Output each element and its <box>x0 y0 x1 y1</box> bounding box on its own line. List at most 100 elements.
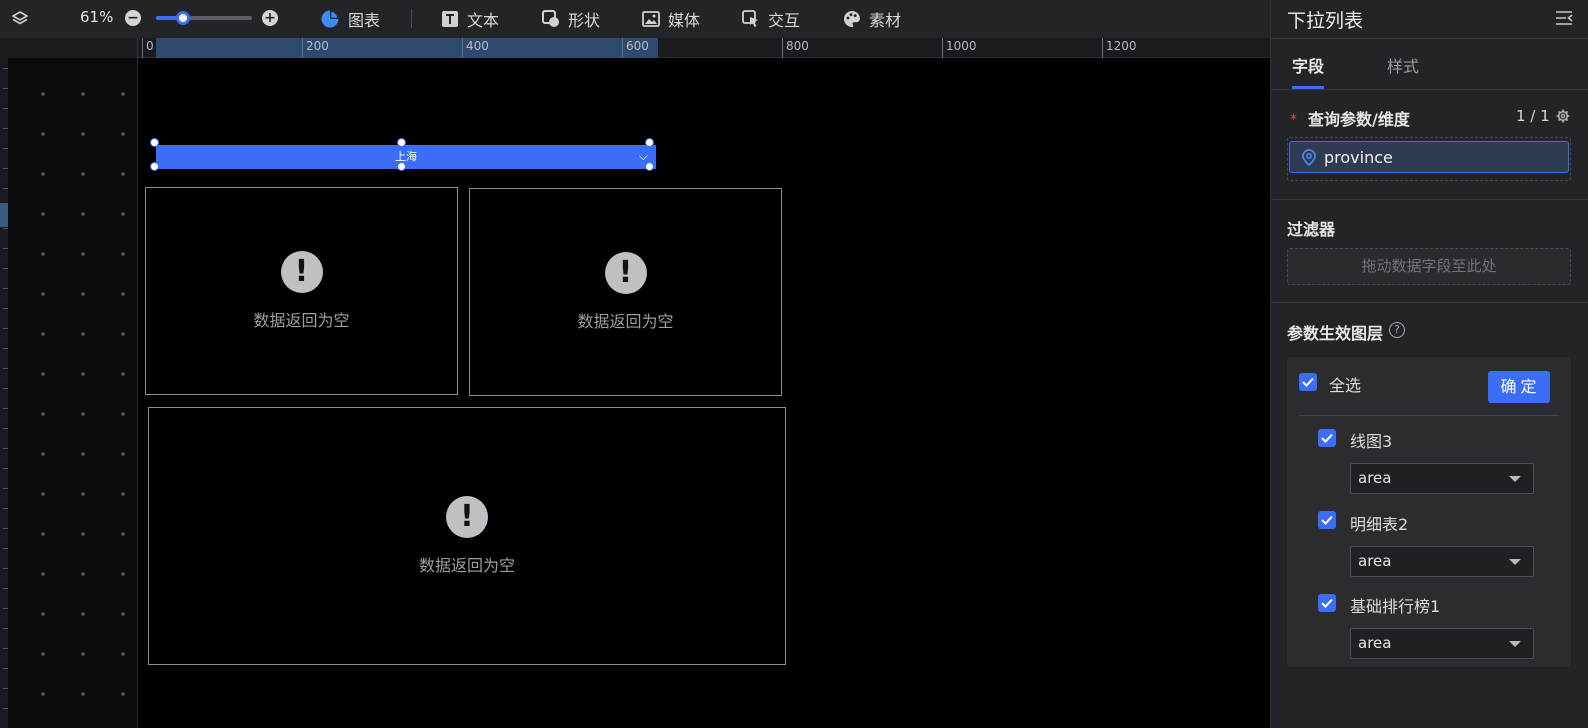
query-section-title: 查询参数/维度 <box>1308 110 1410 129</box>
ruler-tick: 1200 <box>1102 38 1137 58</box>
zoom-level: 61% <box>80 8 114 26</box>
resize-handle-top-right[interactable] <box>645 138 654 147</box>
collapse-menu-icon[interactable] <box>1554 9 1574 27</box>
toolbar-text-label: 文本 <box>467 11 500 30</box>
plus-icon: + <box>264 10 276 26</box>
warning-icon: ! <box>604 252 647 294</box>
layer-checkbox[interactable] <box>1318 511 1336 529</box>
chart-widget-empty[interactable]: ! 数据返回为空 <box>469 188 782 396</box>
interaction-icon <box>742 10 758 27</box>
required-marker: * <box>1290 112 1297 128</box>
layers-button[interactable] <box>11 0 37 38</box>
query-count: 1 / 1 <box>1516 107 1550 125</box>
zoom-slider-thumb[interactable] <box>175 11 190 25</box>
pie-chart-icon <box>321 10 339 28</box>
zoom-in-button[interactable]: + <box>262 10 278 26</box>
vertical-ruler <box>0 58 8 728</box>
field-chip-label: province <box>1324 147 1393 167</box>
resize-handle-top-left[interactable] <box>150 138 159 147</box>
ruler-tick: 400 <box>462 38 489 58</box>
toolbar-shape-button[interactable]: 形状 <box>542 0 600 38</box>
help-icon[interactable]: ? <box>1389 322 1405 338</box>
divider <box>1271 89 1588 90</box>
checkmark-icon <box>1321 433 1333 443</box>
layer-field-select-value: area <box>1358 552 1392 570</box>
layer-field-select[interactable]: area <box>1350 546 1534 577</box>
select-all-checkbox[interactable] <box>1299 373 1317 391</box>
minus-icon: − <box>127 10 139 26</box>
divider <box>1271 38 1588 39</box>
chart-widget-empty[interactable]: ! 数据返回为空 <box>148 407 786 665</box>
resize-handle-bottom-left[interactable] <box>150 162 159 171</box>
layer-checkbox[interactable] <box>1318 429 1336 447</box>
panel-title: 下拉列表 <box>1287 10 1364 32</box>
dropdown-selected-value: 上海 <box>395 150 417 163</box>
filter-section-title: 过滤器 <box>1287 220 1336 239</box>
confirm-button[interactable]: 确定 <box>1488 371 1550 403</box>
toolbar-chart-button[interactable]: 图表 <box>320 0 380 38</box>
divider <box>1271 302 1588 303</box>
layer-field-select-value: area <box>1358 634 1392 652</box>
empty-state: ! 数据返回为空 <box>149 496 785 576</box>
horizontal-ruler: 0 200 400 600 800 1000 1200 <box>0 38 1270 58</box>
layer-field-select[interactable]: area <box>1350 628 1534 659</box>
properties-panel: 下拉列表 字段 样式 * 查询参数/维度 1 / 1 province 过滤器 … <box>1270 0 1588 728</box>
ruler-tick: 800 <box>782 38 809 58</box>
empty-state-text: 数据返回为空 <box>577 312 674 331</box>
layer-field-select[interactable]: area <box>1350 463 1534 494</box>
layer-checkbox[interactable] <box>1318 594 1336 612</box>
warning-icon: ! <box>446 496 488 538</box>
empty-state-text: 数据返回为空 <box>253 311 350 330</box>
app-root: 61% − + 图表 文本 形状 媒体 交互 素材 0 200 400 600 … <box>0 0 1588 728</box>
chart-widget-empty[interactable]: ! 数据返回为空 <box>145 187 458 395</box>
layer-label: 基础排行榜1 <box>1350 597 1441 616</box>
toolbar-media-button[interactable]: 媒体 <box>642 0 700 38</box>
caret-down-icon <box>1509 559 1521 565</box>
caret-down-icon <box>1509 476 1521 482</box>
filter-dropzone[interactable]: 拖动数据字段至此处 <box>1287 248 1571 285</box>
vertical-ruler-highlight <box>0 203 8 227</box>
toolbar-media-label: 媒体 <box>668 11 701 30</box>
toolbar-shape-label: 形状 <box>568 11 601 30</box>
resize-handle-bottom-right[interactable] <box>645 162 654 171</box>
ruler-selection-highlight <box>156 38 658 58</box>
palette-icon <box>844 10 860 27</box>
divider <box>1271 199 1588 200</box>
ruler-tick: 1000 <box>942 38 977 58</box>
layers-icon <box>11 11 29 25</box>
zoom-slider[interactable] <box>156 16 252 20</box>
empty-state: ! 数据返回为空 <box>470 252 781 332</box>
shape-icon <box>542 10 559 27</box>
caret-down-icon <box>1509 641 1521 647</box>
toolbar-chart-label: 图表 <box>348 11 381 30</box>
design-canvas[interactable]: 上海 ⌵ ! 数据返回为空 ! 数据返回为空 ! 数据返回为空 <box>139 58 1270 728</box>
warning-icon: ! <box>280 251 323 293</box>
toolbar-interaction-button[interactable]: 交互 <box>742 0 800 38</box>
layer-field-select-value: area <box>1358 469 1392 487</box>
layer-section-title: 参数生效图层 <box>1287 324 1384 343</box>
field-chip[interactable]: province <box>1289 141 1569 173</box>
tab-field[interactable]: 字段 <box>1292 53 1324 77</box>
image-icon <box>642 11 660 27</box>
layer-label: 明细表2 <box>1350 515 1409 534</box>
resize-handle-top[interactable] <box>397 138 406 147</box>
layer-selector: 全选 确定 线图3 area 明细表2 area 基础排行榜1 area <box>1287 357 1571 667</box>
checkmark-icon <box>1321 515 1333 525</box>
zoom-out-button[interactable]: − <box>125 10 141 26</box>
checkmark-icon <box>1321 598 1333 608</box>
select-all-label: 全选 <box>1329 376 1362 395</box>
empty-state: ! 数据返回为空 <box>146 251 457 331</box>
empty-state-text: 数据返回为空 <box>418 556 515 575</box>
gear-icon[interactable] <box>1556 109 1570 123</box>
text-icon <box>442 11 458 27</box>
toolbar-assets-button[interactable]: 素材 <box>843 0 901 38</box>
toolbar-assets-label: 素材 <box>869 11 902 30</box>
dropdown-widget[interactable]: 上海 ⌵ <box>156 145 656 169</box>
top-toolbar: 61% − + 图表 文本 形状 媒体 交互 素材 <box>0 0 1270 38</box>
location-pin-icon <box>1302 148 1316 166</box>
ruler-tick: 600 <box>622 38 649 58</box>
toolbar-text-button[interactable]: 文本 <box>441 0 499 38</box>
resize-handle-bottom[interactable] <box>397 162 406 171</box>
toolbar-interaction-label: 交互 <box>768 11 801 30</box>
tab-style[interactable]: 样式 <box>1387 53 1419 77</box>
